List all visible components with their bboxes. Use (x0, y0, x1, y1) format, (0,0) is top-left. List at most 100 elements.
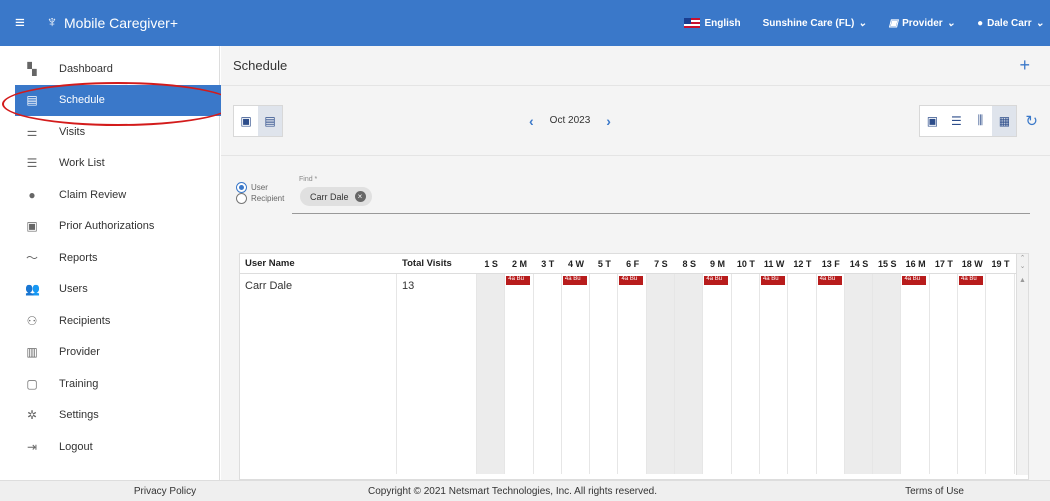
day-header[interactable]: 18 W (958, 259, 986, 269)
day-cell[interactable]: 4a Bu (760, 274, 789, 474)
sidebar-item-settings[interactable]: ✲ Settings (0, 400, 219, 432)
terms-of-use-link[interactable]: Terms of Use (905, 486, 964, 497)
hamburger-menu-icon[interactable]: ≡ (0, 13, 40, 33)
radio-recipient-control[interactable] (236, 193, 247, 204)
user-menu[interactable]: ● Dale Carr ⌄ (977, 18, 1044, 29)
day-header[interactable]: 8 S (675, 259, 703, 269)
day-header[interactable]: 12 T (788, 259, 816, 269)
previous-month-icon[interactable]: ‹ (529, 113, 534, 129)
agency-label: Sunshine Care (FL) (762, 17, 855, 29)
day-cell[interactable] (732, 274, 760, 474)
cell-user-name[interactable]: Carr Dale (240, 274, 397, 474)
visit-event[interactable]: 4a Bu (959, 276, 984, 285)
visit-event[interactable]: 4a Bu (760, 276, 785, 285)
dashboard-icon: ▚ (27, 61, 37, 76)
sidebar-item-logout[interactable]: ⇥ Logout (0, 431, 219, 463)
account-circle-icon: ● (977, 17, 984, 29)
col-user-name[interactable]: User Name (240, 258, 397, 269)
role-selector[interactable]: ▣ Provider ⌄ (889, 18, 955, 29)
sidebar-item-users[interactable]: 👥 Users (0, 274, 219, 306)
col-total-visits[interactable]: Total Visits (397, 258, 477, 269)
sidebar-item-label: Recipients (59, 314, 111, 327)
day-view-icon[interactable]: ▣ (920, 106, 944, 136)
day-cell[interactable]: 4a Bu (817, 274, 845, 474)
day-header[interactable]: 2 M (505, 259, 533, 269)
sidebar-item-schedule[interactable]: ▤ Schedule (15, 84, 232, 116)
sidebar-item-reports[interactable]: 〜 Reports (0, 242, 219, 274)
day-cell[interactable] (675, 274, 704, 474)
list-icon: ☰ (26, 156, 38, 171)
day-cell[interactable] (788, 274, 817, 474)
selected-user-chip[interactable]: Carr Dale × (300, 187, 372, 206)
day-header[interactable]: 1 S (477, 259, 505, 269)
radio-user[interactable]: User (236, 182, 284, 193)
add-icon[interactable]: + (1019, 55, 1030, 76)
privacy-policy-link[interactable]: Privacy Policy (0, 486, 330, 497)
table-row[interactable]: Carr Dale 13 4a Bu 4a Bu 4a Bu 4a Bu 4a Bu 4a B… (240, 274, 1028, 474)
schedule-view-icon[interactable]: ▤ (258, 105, 282, 136)
list-view-icon[interactable]: ☰ (944, 106, 968, 136)
visit-event[interactable]: 4a Bu (562, 276, 587, 285)
day-cell[interactable] (590, 274, 619, 474)
day-cell[interactable] (646, 274, 676, 474)
day-header[interactable]: 16 M (901, 259, 929, 269)
day-cell[interactable] (930, 274, 959, 474)
remove-chip-icon[interactable]: × (354, 191, 366, 202)
grid-header: User Name Total Visits 1 S2 M3 T4 W5 T6 … (240, 254, 1028, 274)
day-cell[interactable]: 4a Bu (618, 274, 647, 474)
calendar-view-icon[interactable]: ▣ (234, 106, 258, 136)
refresh-icon[interactable]: ↻ (1025, 112, 1038, 130)
sidebar-item-label: Dashboard (59, 62, 113, 75)
radio-user-control[interactable] (236, 182, 247, 193)
visit-event[interactable]: 4a Bu (619, 276, 644, 285)
sidebar-item-claim-review[interactable]: ● Claim Review (0, 179, 219, 211)
day-header[interactable]: 5 T (590, 259, 618, 269)
day-header[interactable]: 14 S (845, 259, 873, 269)
sidebar-item-training[interactable]: ▢ Training (0, 368, 219, 400)
app-logo[interactable]: ♆ Mobile Caregiver+ (46, 14, 178, 32)
sidebar-item-dashboard[interactable]: ▚ Dashboard (0, 53, 219, 85)
sidebar-item-provider[interactable]: ▥ Provider (0, 337, 219, 369)
day-cell[interactable]: 4a Bu (901, 274, 930, 474)
visit-event[interactable]: 4a Bu (817, 276, 842, 285)
visit-event[interactable]: 4a Bu (902, 276, 927, 285)
day-cell[interactable]: 4a Bu (703, 274, 732, 474)
day-header[interactable]: 9 M (703, 259, 731, 269)
sidebar-item-recipients[interactable]: ⚇ Recipients (0, 305, 219, 337)
week-view-icon[interactable]: ⫼ (968, 106, 992, 136)
page-footer: Privacy Policy Copyright © 2021 Netsmart… (0, 480, 1050, 501)
day-header[interactable]: 13 F (817, 259, 845, 269)
find-input[interactable] (292, 213, 1030, 214)
day-cell[interactable]: 4a Bu (562, 274, 591, 474)
radio-recipient[interactable]: Recipient (236, 193, 284, 204)
day-header[interactable]: 4 W (562, 259, 590, 269)
day-cell[interactable] (986, 274, 1015, 474)
day-cell[interactable] (873, 274, 902, 474)
day-header[interactable]: 11 W (760, 259, 788, 269)
day-cell[interactable] (844, 274, 874, 474)
day-header[interactable]: 10 T (732, 259, 760, 269)
language-selector[interactable]: English (684, 18, 741, 29)
visit-event[interactable]: 4a Bu (704, 276, 729, 285)
day-cell[interactable] (477, 274, 506, 474)
day-header[interactable]: 17 T (930, 259, 958, 269)
day-cell[interactable]: 4a Bu (958, 274, 987, 474)
day-header[interactable]: 6 F (618, 259, 646, 269)
month-navigator: ‹ Oct 2023 › (529, 113, 611, 129)
day-header[interactable]: 19 T (986, 259, 1014, 269)
day-cell[interactable] (534, 274, 562, 474)
day-cell[interactable]: 4a Bu (505, 274, 534, 474)
day-header[interactable]: 15 S (873, 259, 901, 269)
sidebar-item-prior-authorizations[interactable]: ▣ Prior Authorizations (0, 211, 219, 243)
month-view-icon[interactable]: ▦ (992, 105, 1017, 136)
next-month-icon[interactable]: › (606, 113, 611, 129)
sidebar-item-work-list[interactable]: ☰ Work List (0, 148, 219, 180)
sidebar: ▚ Dashboard ▤ Schedule ⚌ Visits ☰ Work List ● Cla… (0, 46, 232, 480)
day-header[interactable]: 7 S (647, 259, 675, 269)
page-title-bar: Schedule + (221, 46, 1050, 86)
agency-selector[interactable]: Sunshine Care (FL) ⌄ (763, 18, 867, 29)
visit-event[interactable]: 4a Bu (506, 276, 531, 285)
grid-scrollbar[interactable]: ⌃ ⌄ ▲ (1016, 254, 1028, 475)
day-header[interactable]: 3 T (534, 259, 562, 269)
sidebar-item-visits[interactable]: ⚌ Visits (0, 116, 219, 148)
